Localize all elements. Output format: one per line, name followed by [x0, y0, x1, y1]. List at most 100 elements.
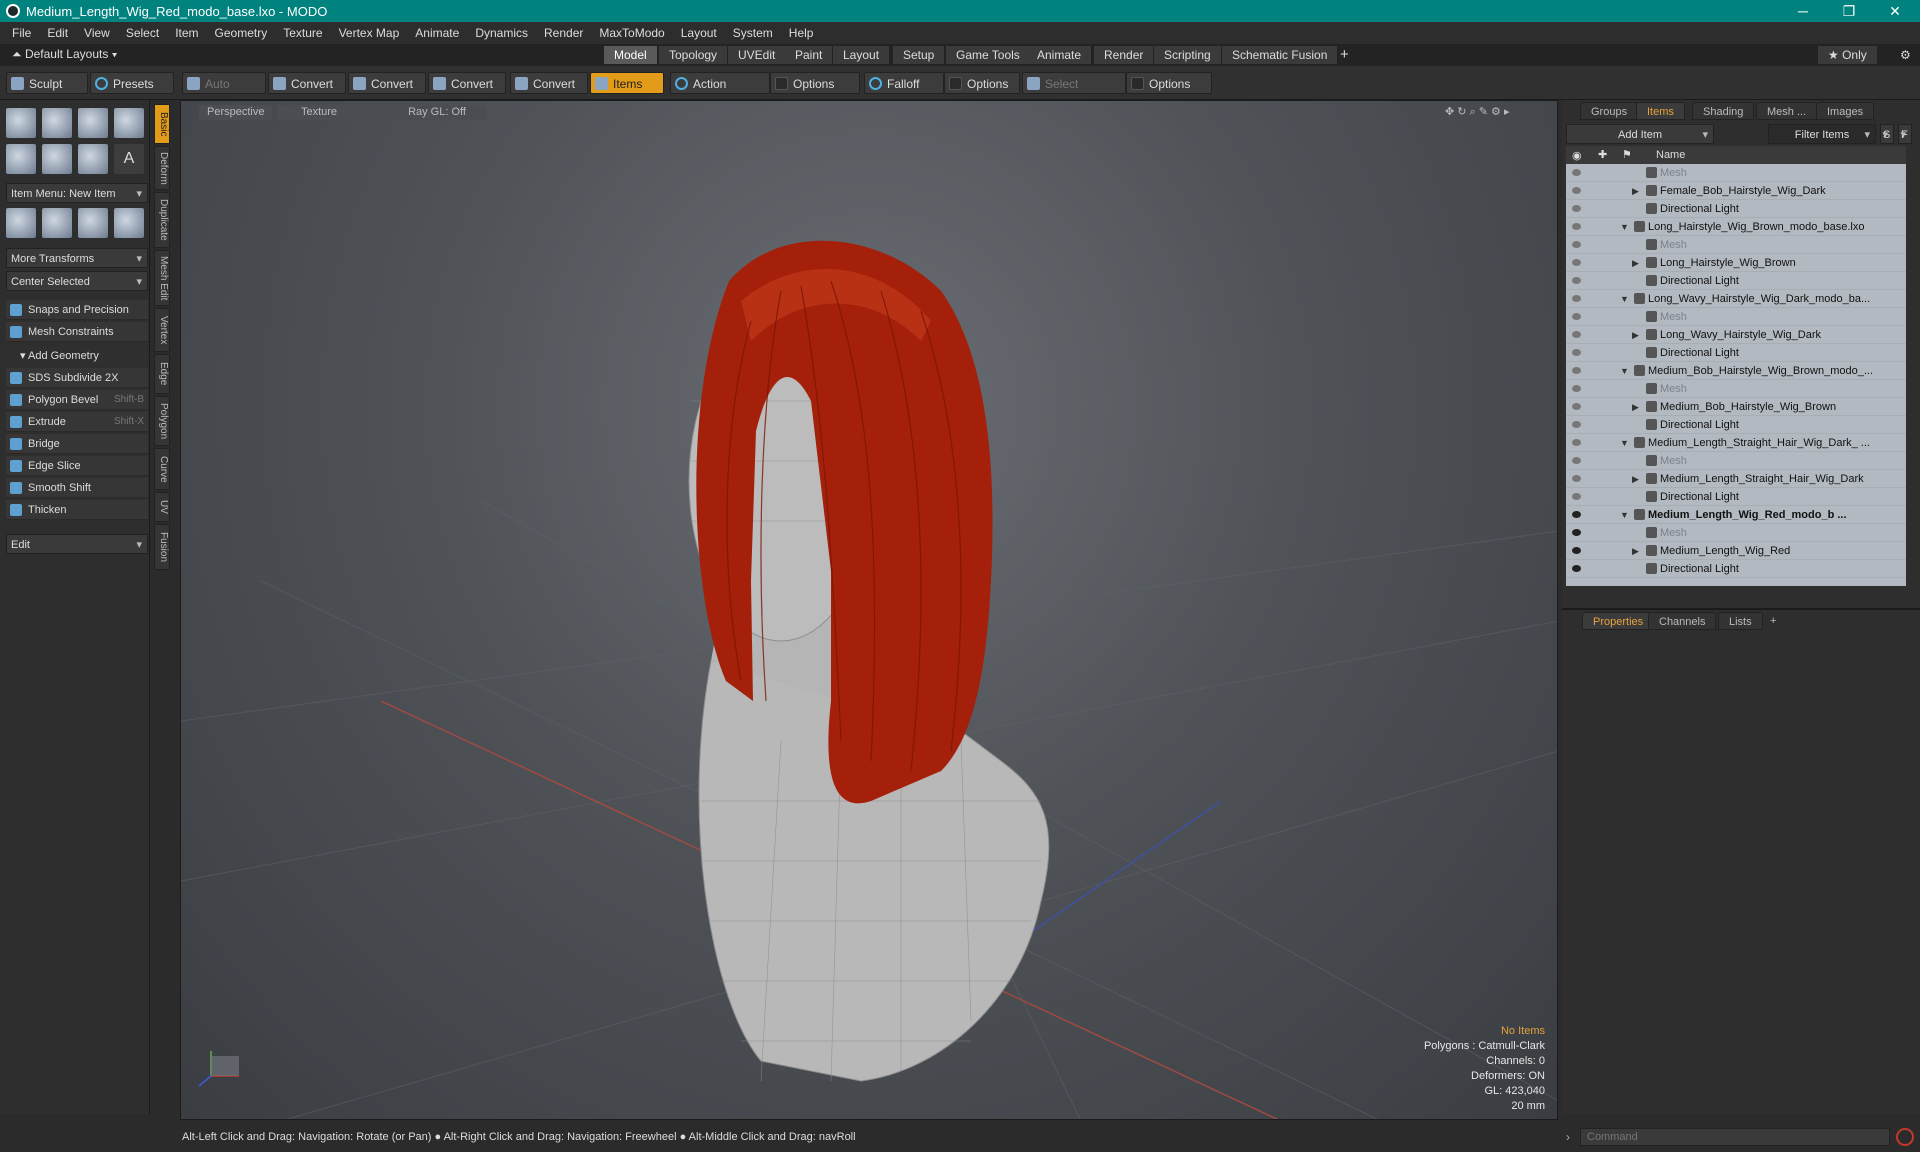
- mesh-constraints-button[interactable]: Mesh Constraints: [6, 322, 148, 342]
- tree-row[interactable]: ▶ Medium_Length_Wig_Red: [1566, 542, 1906, 560]
- expand-arrow-icon[interactable]: ▶: [1632, 470, 1639, 488]
- eye-icon[interactable]: [1572, 403, 1581, 410]
- vtab-basic[interactable]: Basic: [154, 104, 170, 144]
- tab-setup[interactable]: Setup: [893, 46, 946, 64]
- vtab-mesh-edit[interactable]: Mesh Edit: [154, 250, 170, 306]
- collapse-arrow-icon[interactable]: ▼: [1620, 290, 1629, 308]
- thicken-button[interactable]: Thicken: [6, 500, 148, 520]
- menu-geometry[interactable]: Geometry: [207, 26, 276, 40]
- locator-icon[interactable]: [6, 208, 36, 238]
- eye-icon[interactable]: [1572, 511, 1581, 518]
- convert-button-3[interactable]: Convert: [428, 72, 506, 94]
- tree-row[interactable]: Directional Light: [1566, 272, 1906, 290]
- eye-icon[interactable]: [1572, 385, 1581, 392]
- extrude-button[interactable]: Extrude Shift-X: [6, 412, 148, 432]
- sculpt-button[interactable]: Sculpt: [6, 72, 88, 94]
- vtab-vertex[interactable]: Vertex: [154, 308, 170, 352]
- type-column-icon[interactable]: ⚑: [1622, 148, 1632, 161]
- edit-dropdown[interactable]: Edit: [6, 534, 148, 555]
- vtab-deform[interactable]: Deform: [154, 146, 170, 190]
- menu-texture[interactable]: Texture: [275, 26, 330, 40]
- tree-row[interactable]: Mesh: [1566, 452, 1906, 470]
- globe-icon[interactable]: [78, 208, 108, 238]
- smooth-shift-button[interactable]: Smooth Shift: [6, 478, 148, 498]
- collapse-arrow-icon[interactable]: ▼: [1620, 434, 1629, 452]
- options-button-3[interactable]: Options: [1126, 72, 1212, 94]
- name-column-header[interactable]: Name: [1656, 149, 1685, 161]
- tab-channels[interactable]: Channels: [1648, 612, 1717, 630]
- vtab-polygon[interactable]: Polygon: [154, 396, 170, 446]
- eye-icon[interactable]: [1572, 457, 1581, 464]
- tab-groups[interactable]: Groups: [1580, 102, 1639, 120]
- maximize-button[interactable]: ❐: [1826, 0, 1872, 22]
- edge-slice-button[interactable]: Edge Slice: [6, 456, 148, 476]
- tab-properties[interactable]: Properties: [1582, 612, 1655, 630]
- tab-scripting[interactable]: Scripting: [1154, 46, 1222, 64]
- action-center-button[interactable]: Action Center: [670, 72, 770, 113]
- tree-row[interactable]: Directional Light: [1566, 416, 1906, 434]
- menu-dynamics[interactable]: Dynamics: [467, 26, 536, 40]
- items-button[interactable]: Items: [590, 72, 664, 94]
- options-button-1[interactable]: Options: [770, 72, 860, 94]
- eye-icon[interactable]: [1572, 565, 1581, 572]
- command-input[interactable]: [1580, 1128, 1890, 1146]
- eye-icon[interactable]: [1572, 331, 1581, 338]
- eye-icon[interactable]: [1572, 259, 1581, 266]
- expand-arrow-icon[interactable]: ▶: [1632, 542, 1639, 560]
- vtab-duplicate[interactable]: Duplicate: [154, 192, 170, 248]
- expand-arrow-icon[interactable]: ▶: [1632, 182, 1639, 200]
- menu-vertex-map[interactable]: Vertex Map: [331, 26, 408, 40]
- collapse-arrow-icon[interactable]: ▼: [1620, 218, 1629, 236]
- sphere-icon[interactable]: [42, 108, 72, 138]
- vtab-curve[interactable]: Curve: [154, 448, 170, 490]
- menu-item[interactable]: Item: [167, 26, 206, 40]
- visibility-column-eye-icon[interactable]: ◉: [1572, 149, 1582, 162]
- tree-row[interactable]: ▼ Medium_Length_Wig_Red_modo_b ...: [1566, 506, 1906, 524]
- tab-paint[interactable]: Paint: [785, 46, 834, 64]
- sds-subdivide-button[interactable]: SDS Subdivide 2X: [6, 368, 148, 388]
- 3d-viewport[interactable]: Perspective Texture Ray GL: Off ✥ ↻ ⌕ ✎ …: [180, 100, 1558, 1120]
- expand-arrow-icon[interactable]: ▶: [1632, 254, 1639, 272]
- add-tab-plus-icon[interactable]: +: [1330, 46, 1360, 64]
- collapse-arrow-icon[interactable]: ▼: [1620, 506, 1629, 524]
- tree-row[interactable]: ▶ Long_Wavy_Hairstyle_Wig_Dark: [1566, 326, 1906, 344]
- tree-row[interactable]: ▶ Long_Hairstyle_Wig_Brown: [1566, 254, 1906, 272]
- tab-game-tools[interactable]: Game Tools: [946, 46, 1031, 64]
- lock-column-icon[interactable]: ✚: [1598, 148, 1607, 161]
- grid-icon[interactable]: [42, 208, 72, 238]
- eye-icon[interactable]: [1572, 277, 1581, 284]
- cylinder-icon[interactable]: [78, 108, 108, 138]
- tree-row[interactable]: Directional Light: [1566, 560, 1906, 578]
- add-tab-plus-icon[interactable]: +: [1760, 612, 1786, 630]
- eye-icon[interactable]: [1572, 367, 1581, 374]
- tree-row[interactable]: ▼ Medium_Length_Straight_Hair_Wig_Dark_ .…: [1566, 434, 1906, 452]
- snaps-precision-button[interactable]: Snaps and Precision: [6, 300, 148, 320]
- expand-arrow-icon[interactable]: ▶: [1632, 326, 1639, 344]
- convert-button-4[interactable]: Convert: [510, 72, 588, 94]
- eye-icon[interactable]: [1572, 475, 1581, 482]
- tab-topology[interactable]: Topology: [659, 46, 729, 64]
- tree-row[interactable]: ▼ Long_Hairstyle_Wig_Brown_modo_base.lxo: [1566, 218, 1906, 236]
- tree-row[interactable]: Mesh: [1566, 164, 1906, 182]
- text-icon[interactable]: A: [114, 144, 144, 174]
- eye-icon[interactable]: [1572, 529, 1581, 536]
- menu-layout[interactable]: Layout: [673, 26, 725, 40]
- tree-row[interactable]: Mesh: [1566, 380, 1906, 398]
- eye-icon[interactable]: [1572, 295, 1581, 302]
- filter-items-input[interactable]: Filter Items: [1768, 124, 1876, 145]
- eye-icon[interactable]: [1572, 205, 1581, 212]
- auto-select-button[interactable]: Auto Select: [182, 72, 266, 113]
- eye-icon[interactable]: [1572, 421, 1581, 428]
- menu-file[interactable]: File: [4, 26, 39, 40]
- options-button-2[interactable]: Options: [944, 72, 1020, 94]
- eye-icon[interactable]: [1572, 349, 1581, 356]
- tree-row[interactable]: Mesh: [1566, 524, 1906, 542]
- convert-button-1[interactable]: Convert: [268, 72, 346, 94]
- minimize-button[interactable]: ─: [1780, 0, 1826, 22]
- tab-animate[interactable]: Animate: [1027, 46, 1093, 64]
- eye-icon[interactable]: [1572, 223, 1581, 230]
- tree-row[interactable]: ▼ Medium_Bob_Hairstyle_Wig_Brown_modo_...: [1566, 362, 1906, 380]
- filter-s-button[interactable]: S: [1880, 124, 1894, 145]
- eye-icon[interactable]: [1572, 313, 1581, 320]
- eye-icon[interactable]: [1572, 547, 1581, 554]
